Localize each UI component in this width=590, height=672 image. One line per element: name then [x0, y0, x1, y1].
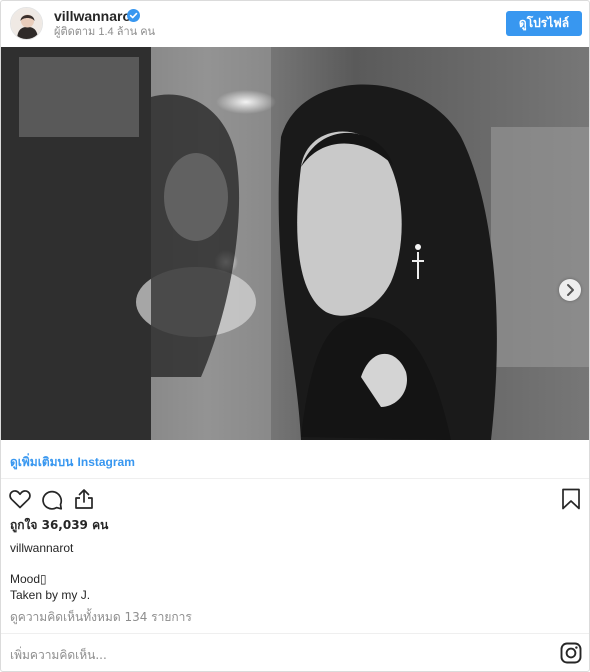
verified-badge-icon [127, 9, 140, 22]
next-photo-button[interactable] [559, 279, 581, 301]
view-more-prefix: ดูเพิ่มเติมบน [10, 455, 74, 469]
bookmark-icon[interactable] [559, 487, 583, 511]
view-more-on-instagram-link[interactable]: ดูเพิ่มเติมบน Instagram [10, 454, 135, 470]
chevron-right-icon [567, 284, 574, 296]
instagram-embed-card: villwannarot ผู้ติดตาม 1.4 ล้าน คน ดูโปร… [0, 0, 590, 672]
caption-text: Taken by my J. [10, 588, 91, 602]
avatar-image [11, 8, 42, 39]
divider [1, 478, 589, 479]
post-header: villwannarot ผู้ติดตาม 1.4 ล้าน คน ดูโปร… [1, 1, 589, 47]
post-photo[interactable] [1, 47, 589, 440]
caption-username[interactable]: villwannarot [10, 540, 73, 556]
username[interactable]: villwannarot [54, 8, 136, 24]
like-count[interactable]: ถูกใจ 36,039 คน [10, 517, 108, 533]
caption-text: Mood▯ [10, 572, 47, 586]
heart-icon[interactable] [8, 487, 32, 511]
view-profile-button[interactable]: ดูโปรไฟล์ [506, 11, 582, 36]
add-comment-input[interactable]: เพิ่มความคิดเห็น... [10, 647, 107, 663]
instagram-logo-icon[interactable] [560, 642, 582, 664]
avatar[interactable] [10, 7, 43, 40]
follower-count: ผู้ติดตาม 1.4 ล้าน คน [54, 26, 156, 38]
view-all-comments-link[interactable]: ดูความคิดเห็นทั้งหมด 134 รายการ [10, 609, 192, 625]
divider [1, 633, 589, 634]
comment-icon[interactable] [40, 487, 64, 511]
view-more-platform: Instagram [77, 455, 135, 469]
share-icon[interactable] [72, 487, 96, 511]
